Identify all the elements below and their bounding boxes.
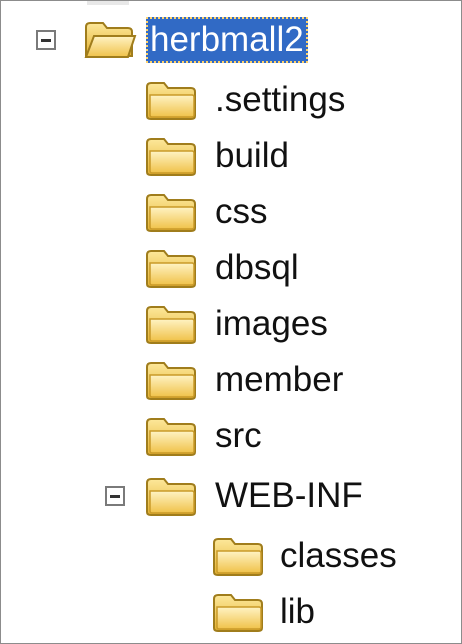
tree-node-label[interactable]: member (211, 357, 347, 403)
folder-icon (144, 78, 198, 122)
tree-node-label[interactable]: WEB-INF (211, 473, 367, 519)
collapse-toggle-icon[interactable] (105, 486, 125, 506)
folder-icon (144, 134, 198, 178)
folder-icon (144, 358, 198, 402)
folder-icon (144, 190, 198, 234)
folder-icon (211, 534, 265, 578)
folder-icon (144, 414, 198, 458)
tree-node-member[interactable]: member (1, 352, 461, 408)
tree-node-css[interactable]: css (1, 184, 461, 240)
tree-node-lib[interactable]: lib (1, 584, 461, 640)
tree-node-settings[interactable]: .settings (1, 72, 461, 128)
open-folder-icon (83, 18, 137, 62)
tree-node-label[interactable]: src (211, 413, 266, 459)
tree-node-label[interactable]: herbmall2 (146, 17, 308, 63)
tree-node-herbmall2[interactable]: herbmall2 (1, 12, 461, 68)
tree-node-label[interactable]: classes (276, 533, 401, 579)
tree-node-label[interactable]: css (211, 189, 272, 235)
tree-node-label[interactable]: .settings (211, 77, 349, 123)
tree-node-label[interactable]: images (211, 301, 332, 347)
tree-node-label[interactable]: lib (276, 589, 319, 635)
tree-node-classes[interactable]: classes (1, 528, 461, 584)
folder-icon (144, 474, 198, 518)
tree-node-web-inf[interactable]: WEB-INF (1, 468, 461, 524)
folder-icon (144, 246, 198, 290)
project-tree: herbmall2 .settings build css dbsql imag… (0, 0, 462, 644)
tree-node-label[interactable]: build (211, 133, 293, 179)
folder-icon (211, 590, 265, 634)
collapse-toggle-icon[interactable] (36, 30, 56, 50)
tree-node-src[interactable]: src (1, 408, 461, 464)
tree-node-label[interactable]: dbsql (211, 245, 303, 291)
tree-node-images[interactable]: images (1, 296, 461, 352)
tree-node-dbsql[interactable]: dbsql (1, 240, 461, 296)
tree-node-build[interactable]: build (1, 128, 461, 184)
folder-icon (144, 302, 198, 346)
